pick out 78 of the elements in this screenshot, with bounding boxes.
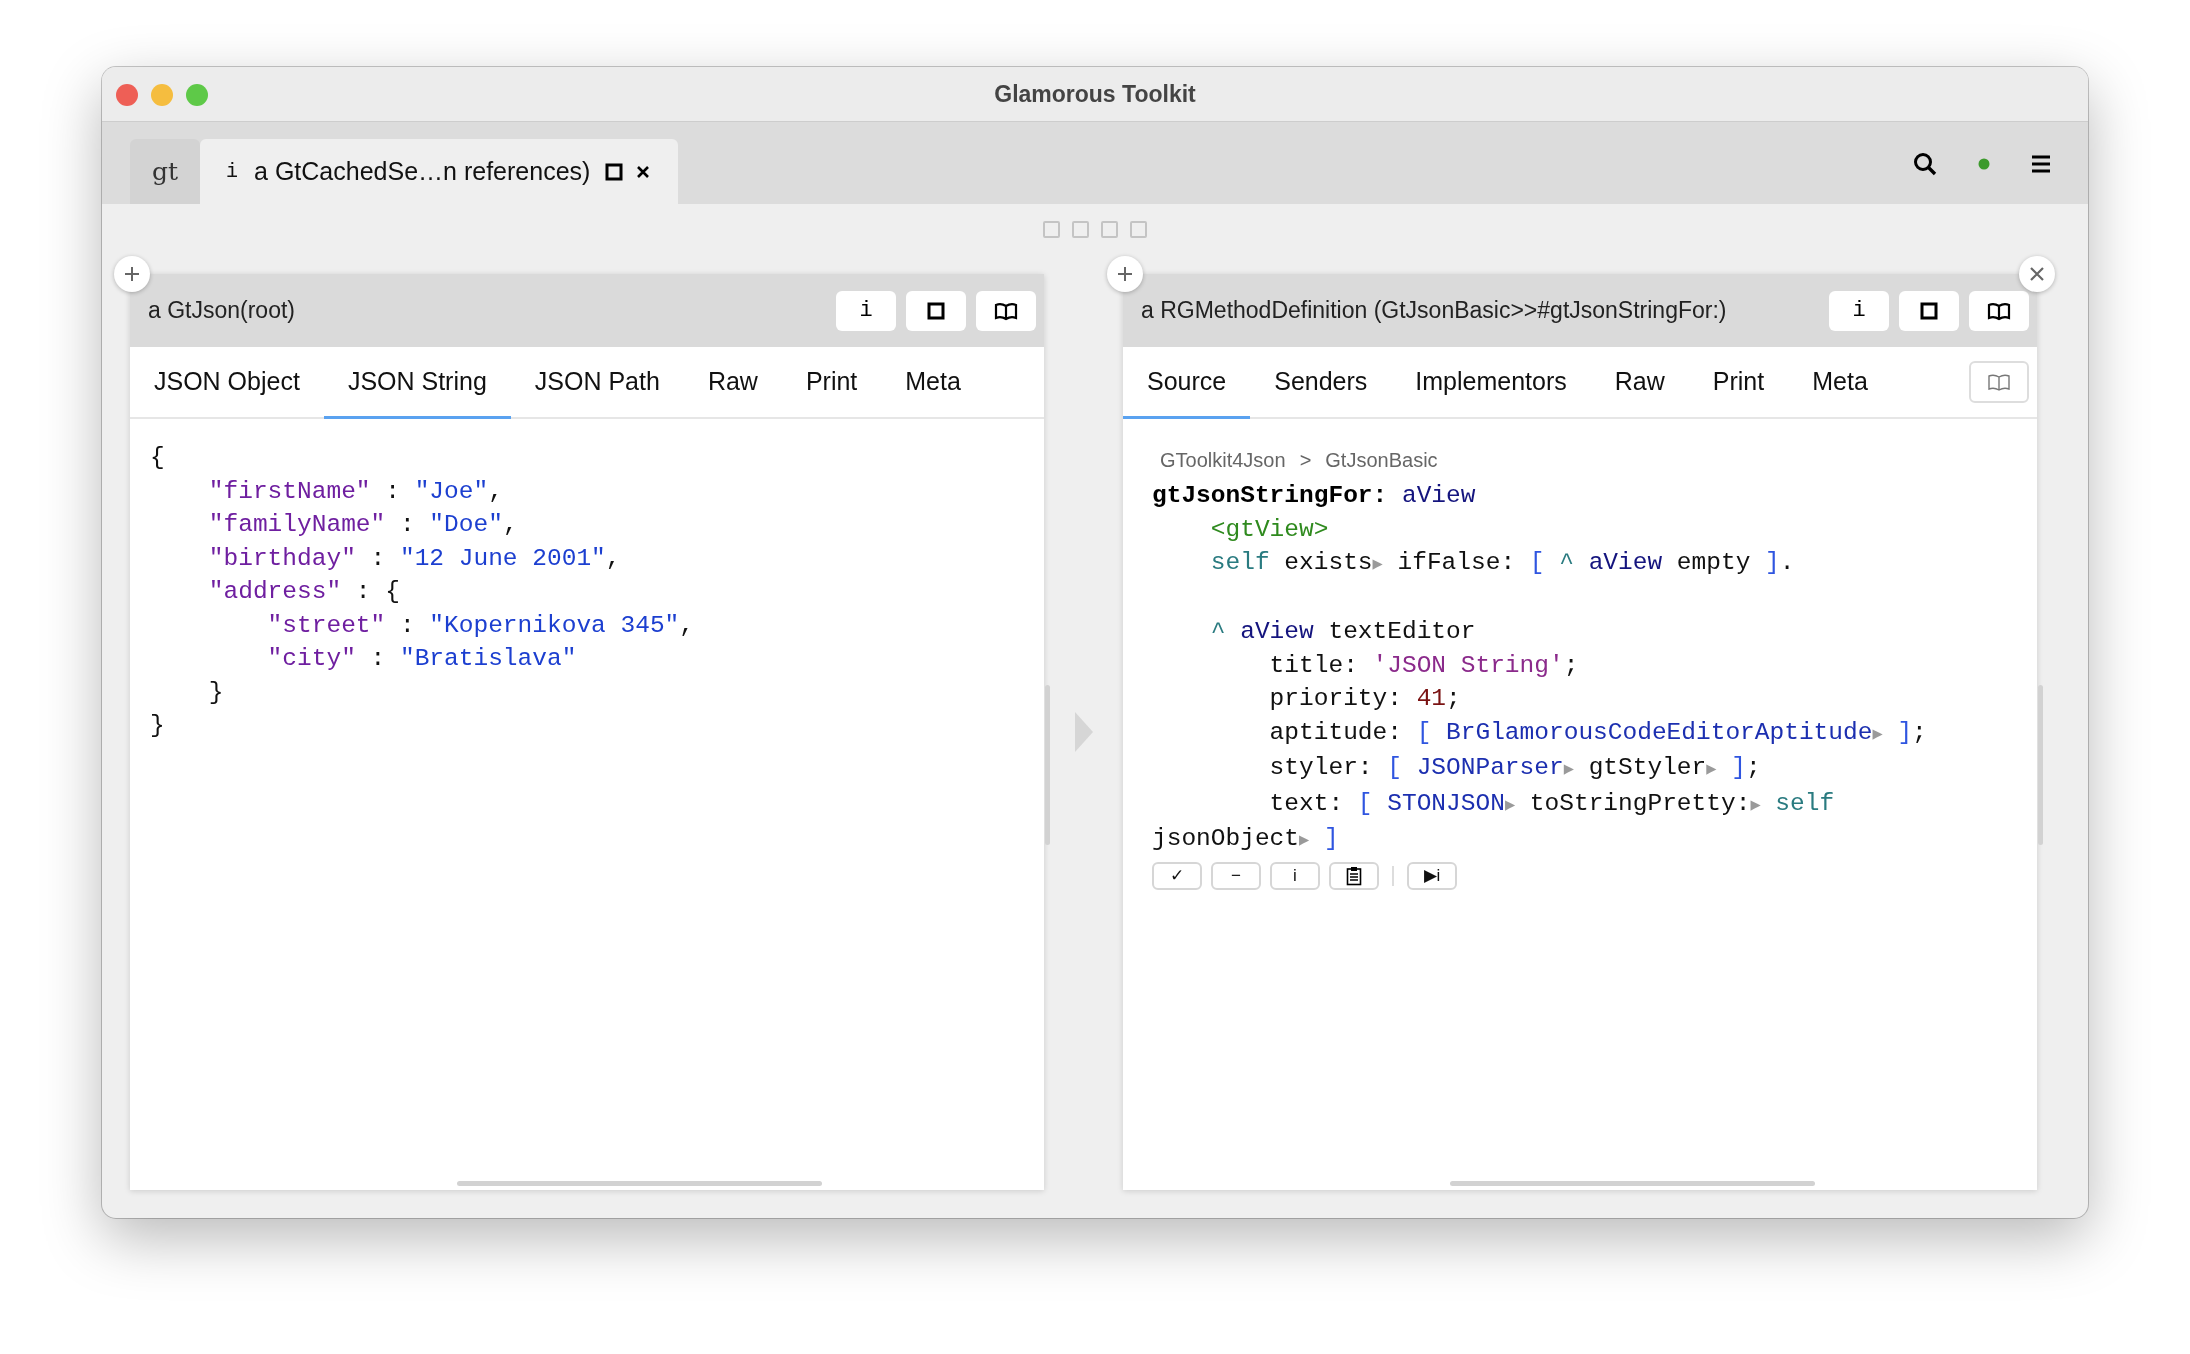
close-pane-button[interactable] [2019, 256, 2055, 292]
status-dot-icon [1978, 158, 1990, 170]
code-line: } [207, 677, 224, 708]
view-tab[interactable]: Senders [1250, 347, 1392, 419]
code-line: aptitude: [ BrGlamorousCodeEditorAptitude▶ ]; [1268, 717, 1927, 748]
view-tab[interactable]: JSON Object [130, 347, 324, 419]
minimize-button[interactable] [151, 84, 173, 106]
code-line: <gtView> [1209, 514, 1329, 545]
page-indicator[interactable] [1072, 221, 1089, 238]
zoom-button[interactable] [186, 84, 208, 106]
code-line: priority: 41; [1268, 684, 1461, 714]
code-line: title: 'JSON String'; [1268, 650, 1579, 681]
add-button[interactable] [114, 256, 150, 292]
breadcrumb-item[interactable]: > [1299, 445, 1312, 475]
breadcrumb-item[interactable]: GtJsonBasic [1325, 445, 1438, 475]
maximize-button[interactable] [1899, 290, 1959, 331]
window-title: Glamorous Toolkit [994, 79, 1196, 109]
code-line: self exists▶ ifFalse: [ ^ aView empty ]. [1209, 548, 1795, 578]
page-indicator[interactable] [1130, 221, 1147, 238]
scrollbar[interactable] [1450, 1181, 1815, 1186]
breadcrumb-item[interactable]: GToolkit4Json [1160, 445, 1286, 475]
action-button[interactable]: ✓ [1152, 861, 1202, 890]
close-button[interactable] [116, 84, 138, 106]
code-line: "street" : "Kopernikova 345", [266, 610, 694, 641]
code-line: "firstName" : "Joe", [207, 476, 503, 507]
plus-icon [123, 265, 141, 283]
page-indicator[interactable] [1043, 221, 1060, 238]
book-button[interactable] [1969, 290, 2029, 331]
code-line: "familyName" : "Doe", [207, 510, 518, 540]
view-tab[interactable]: Meta [1788, 347, 1892, 419]
search-icon[interactable] [1912, 151, 1938, 177]
code-line: "address" : { [207, 577, 400, 607]
clipboard-icon [1346, 865, 1362, 886]
code-line: text: [ STONJSON▶ toStringPretty:▶ self [1268, 788, 1835, 819]
maximize-button[interactable] [906, 290, 966, 331]
scrollbar[interactable] [1045, 684, 1050, 845]
add-button[interactable] [1107, 256, 1143, 292]
page-indicator[interactable] [1101, 221, 1118, 238]
view-tab[interactable]: Raw [1590, 347, 1689, 419]
pane-title: a RGMethodDefinition (GtJsonBasic>>#gtJsonStringFor:) [1141, 296, 1727, 326]
inspect-button[interactable]: i [1829, 290, 1889, 331]
code-line: ^ aView textEditor [1209, 617, 1476, 647]
action-button[interactable]: i [1270, 861, 1320, 890]
maximize-icon [926, 300, 946, 321]
action-button[interactable]: − [1211, 861, 1261, 890]
copy-button[interactable] [1329, 861, 1379, 890]
plus-icon [1116, 265, 1134, 283]
info-icon: i [226, 156, 239, 187]
view-tab[interactable]: Print [1688, 347, 1789, 419]
scrollbar[interactable] [2038, 684, 2043, 845]
code-line: { [150, 443, 165, 473]
view-tab[interactable]: JSON Path [510, 347, 684, 419]
code-line: styler: [ JSONParser▶ gtStyler▶ ]; [1268, 753, 1761, 783]
tab-label[interactable]: a GtCachedSe…n references) [254, 152, 591, 191]
book-button[interactable] [976, 290, 1036, 331]
view-tab[interactable]: JSON String [323, 347, 511, 419]
maximize-icon [1919, 300, 1939, 321]
code-line: } [150, 711, 165, 741]
book-icon [994, 300, 1018, 321]
view-tab[interactable]: Meta [881, 347, 985, 419]
view-tab[interactable]: Print [781, 347, 882, 419]
action-button[interactable]: ▶i [1407, 861, 1457, 890]
book-icon [1987, 372, 2011, 392]
view-tab[interactable]: Source [1123, 347, 1251, 419]
pane-title: a GtJson(root) [148, 296, 295, 326]
book-icon [1987, 300, 2011, 321]
code-line: "city" : "Bratislava" [266, 644, 577, 674]
code-line: jsonObject▶ ] [1152, 824, 1339, 854]
inspect-button[interactable]: i [836, 290, 896, 331]
code-line: gtJsonStringFor: aView [1152, 481, 1476, 511]
tab[interactable]: gt [130, 139, 201, 204]
view-tab[interactable]: Raw [683, 347, 782, 419]
view-tab[interactable]: Implementors [1391, 347, 1591, 419]
scrollbar[interactable] [457, 1181, 822, 1186]
maximize-icon[interactable] [604, 161, 625, 182]
close-icon [2028, 265, 2046, 283]
code-line: "birthday" : "12 June 2001", [207, 543, 621, 574]
menu-icon[interactable] [2030, 154, 2052, 174]
